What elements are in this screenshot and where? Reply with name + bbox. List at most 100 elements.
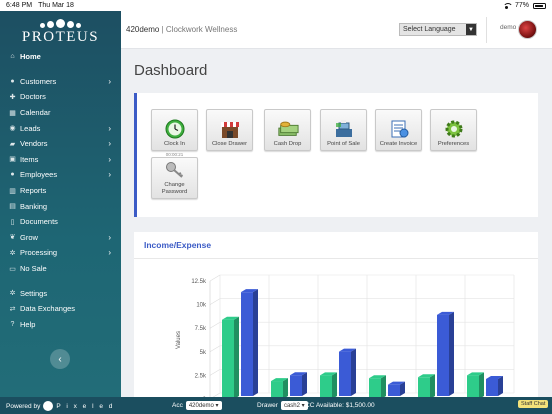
status-date: Thu Mar 18	[38, 2, 74, 9]
bar	[486, 379, 498, 396]
sidebar-item-vendors[interactable]: ▰ Vendors ›	[0, 136, 121, 152]
sidebar-item-banking[interactable]: ▤ Banking	[0, 198, 121, 214]
bar-side	[498, 376, 503, 396]
powered-by-label: Powered by	[6, 402, 41, 410]
y-tick-label: 5k	[200, 350, 207, 356]
pixeled-wordmark: P i x e l e d	[56, 402, 115, 410]
sidebar-item-help[interactable]: ? Help	[0, 317, 121, 333]
avatar[interactable]	[518, 20, 537, 39]
bar	[418, 377, 430, 399]
y-tick-label: 12.5k	[191, 279, 207, 285]
bar-side	[253, 289, 258, 396]
sidebar-item-label: Vendors	[20, 139, 48, 149]
sidebar-item-documents[interactable]: ▯ Documents	[0, 214, 121, 230]
income-expense-panel: Income/Expense 02.5k5k7.5k10k12.5kValues	[134, 232, 538, 402]
chevron-left-icon: ‹	[58, 353, 62, 365]
chevron-right-icon: ›	[108, 232, 111, 242]
store-icon	[219, 119, 241, 139]
language-select-label: Select Language	[403, 26, 456, 33]
header-divider	[486, 17, 487, 43]
sidebar-item-customers[interactable]: ● Customers ›	[0, 74, 121, 90]
chevron-right-icon: ›	[108, 139, 111, 149]
doctor-icon: ✚	[9, 93, 16, 101]
register-icon	[333, 119, 355, 139]
y-tick-label: 2.5k	[195, 373, 207, 379]
username[interactable]: demo	[500, 24, 516, 31]
bar	[369, 378, 381, 399]
sidebar-item-data-exchanges[interactable]: ⇄ Data Exchanges	[0, 301, 121, 317]
bar	[467, 375, 479, 399]
y-tick-label: 10k	[196, 303, 207, 309]
sidebar-item-processing[interactable]: ✲ Processing ›	[0, 245, 121, 261]
gear-icon: ✲	[9, 249, 16, 257]
status-time: 6:48 PM	[6, 2, 33, 9]
sidebar-item-doctors[interactable]: ✚ Doctors	[0, 89, 121, 105]
clock-in-label: Clock In	[164, 140, 185, 147]
sidebar-item-label: Banking	[20, 201, 48, 211]
cash-drop-label: Cash Drop	[273, 140, 302, 147]
bar-side	[449, 311, 454, 396]
account-select[interactable]: 420demo ▾	[185, 401, 222, 410]
sidebar-item-label: Home	[20, 52, 41, 62]
bar-side	[302, 372, 307, 396]
battery-percent: 77%	[514, 2, 529, 9]
income-expense-title: Income/Expense	[144, 240, 212, 250]
sidebar-item-employees[interactable]: ● Employees ›	[0, 167, 121, 183]
grid-line	[209, 345, 221, 353]
sidebar-item-settings[interactable]: ✲ Settings	[0, 285, 121, 301]
account-label: Acc	[172, 402, 183, 409]
logo-wordmark: PROTEUS	[21, 28, 100, 45]
sidebar-item-leads[interactable]: ◉ Leads ›	[0, 120, 121, 136]
bar	[241, 292, 253, 396]
status-bar: 6:48 PM Thu Mar 18 77%	[0, 0, 552, 11]
sidebar-collapse-button[interactable]: ‹	[50, 349, 70, 369]
chevron-right-icon: ›	[108, 154, 111, 164]
bar	[290, 375, 302, 396]
bar	[320, 375, 332, 399]
exchange-icon: ⇄	[9, 305, 16, 313]
battery-icon	[533, 2, 546, 9]
point-of-sale-button[interactable]: Point of Sale	[320, 109, 367, 151]
clock-icon	[164, 119, 186, 139]
sidebar-item-label: No Sale	[20, 264, 47, 274]
sidebar-item-label: Customers	[20, 76, 57, 86]
sidebar-item-no-sale[interactable]: ▭ No Sale	[0, 261, 121, 277]
y-axis-title: Values	[176, 331, 182, 349]
change-password-button[interactable]: Change Password	[151, 157, 198, 199]
sidebar-item-items[interactable]: ▣ Items ›	[0, 152, 121, 168]
staff-chat-button[interactable]: Staff Chat	[518, 400, 549, 408]
create-invoice-button[interactable]: Create Invoice	[375, 109, 422, 151]
sidebar-item-grow[interactable]: ❦ Grow ›	[0, 230, 121, 246]
sidebar-spacer	[0, 65, 121, 74]
powered-by: Powered by P i x e l e d	[6, 401, 114, 411]
no-sale-icon: ▭	[9, 265, 16, 273]
income-expense-chart: 02.5k5k7.5k10k12.5kValues	[176, 274, 515, 402]
home-icon: ⌂	[10, 53, 15, 61]
language-select[interactable]: Select Language ▼	[399, 23, 477, 36]
bar	[222, 319, 234, 399]
sidebar-item-reports[interactable]: ▥ Reports	[0, 183, 121, 199]
invoice-icon	[388, 119, 410, 139]
sidebar-item-label: Grow	[20, 232, 38, 242]
clock-in-button[interactable]: Clock In 00:00:21	[151, 109, 198, 157]
close-drawer-label: Close Drawer	[211, 140, 248, 147]
box-icon: ▣	[9, 156, 16, 164]
bar-side	[234, 316, 239, 399]
cash-drop-button[interactable]: Cash Drop	[264, 109, 311, 151]
chevron-right-icon: ›	[108, 248, 111, 258]
page-title: Dashboard	[134, 62, 208, 79]
sidebar-item-home[interactable]: ⌂ Home	[0, 49, 121, 65]
bar	[437, 314, 449, 396]
preferences-label: Preferences	[437, 140, 470, 147]
bar	[388, 384, 400, 396]
sidebar: PROTEUS ⌂ Home ● Customers › ✚ Doctors ▦ Calenda…	[0, 11, 121, 397]
sidebar-item-label: Settings	[20, 288, 48, 298]
drawer-select[interactable]: cash2 ▾	[280, 401, 308, 410]
proteus-logo[interactable]: PROTEUS	[0, 11, 121, 49]
drawer-label: Drawer	[257, 402, 278, 409]
sidebar-item-calendar[interactable]: ▦ Calendar	[0, 105, 121, 121]
point-of-sale-label: Point of Sale	[327, 140, 360, 147]
preferences-button[interactable]: Preferences	[430, 109, 477, 151]
close-drawer-button[interactable]: Close Drawer	[206, 109, 253, 151]
sidebar-item-label: Help	[20, 319, 36, 329]
